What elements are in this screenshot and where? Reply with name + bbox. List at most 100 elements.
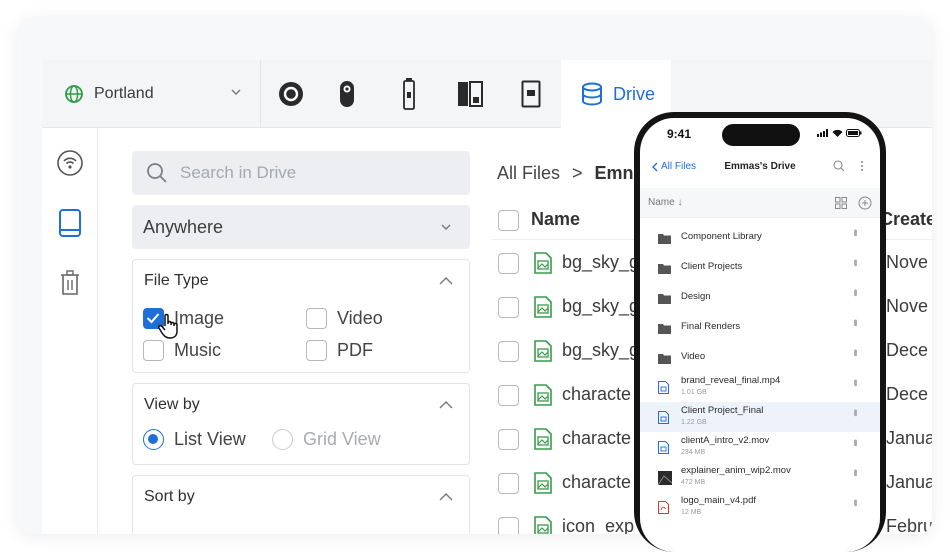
- camera-icon[interactable]: [276, 78, 306, 110]
- folder-icon: [658, 321, 671, 339]
- item-name: Client Projects: [681, 261, 743, 272]
- list-item[interactable]: Video •••: [640, 342, 880, 372]
- image-file-icon: [534, 296, 552, 323]
- list-item[interactable]: Design •••: [640, 282, 880, 312]
- row-checkbox[interactable]: [498, 297, 519, 318]
- list-view-radio[interactable]: List View: [143, 429, 246, 450]
- file-name[interactable]: icon_exp: [562, 516, 634, 534]
- row-checkbox[interactable]: [498, 385, 519, 406]
- image-file-icon: [534, 252, 552, 279]
- video-file-icon: [658, 381, 669, 399]
- row-checkbox[interactable]: [498, 517, 519, 534]
- location-label: Portland: [94, 85, 154, 102]
- image-file-icon: [534, 428, 552, 455]
- chevron-up-icon[interactable]: [439, 400, 453, 410]
- chevron-up-icon[interactable]: [439, 276, 453, 286]
- phone-time: 9:41: [667, 127, 692, 141]
- list-item[interactable]: explainer_anim_wip2.mov 472 MB •••: [640, 462, 880, 492]
- list-item[interactable]: Client Project_Final 1.22 GB •••: [640, 402, 880, 432]
- row-checkbox[interactable]: [498, 473, 519, 494]
- more-vertical-icon[interactable]: •••: [849, 379, 861, 385]
- breadcrumb-root[interactable]: All Files: [497, 163, 560, 184]
- more-vertical-icon[interactable]: •••: [849, 319, 861, 325]
- image-file-icon: [534, 340, 552, 367]
- item-name: brand_reveal_final.mp4: [681, 375, 781, 386]
- more-vertical-icon[interactable]: •••: [849, 469, 861, 475]
- wifi-icon[interactable]: [55, 148, 85, 178]
- more-vertical-icon[interactable]: •••: [849, 409, 861, 415]
- image-file-icon: [534, 384, 552, 411]
- file-name[interactable]: characte: [562, 384, 631, 405]
- more-vertical-icon[interactable]: •••: [849, 439, 861, 445]
- stick-icon[interactable]: [394, 78, 424, 110]
- item-name: Client Project_Final: [681, 405, 764, 416]
- dashcam-icon[interactable]: [332, 78, 362, 110]
- checkbox-unchecked[interactable]: [143, 340, 164, 361]
- filetype-pdf-label: PDF: [337, 340, 373, 360]
- sort-label[interactable]: Name ↓: [648, 197, 682, 208]
- filetype-pdf-checkbox[interactable]: PDF: [306, 340, 373, 361]
- list-item[interactable]: clientA_intro_v2.mov 234 MB •••: [640, 432, 880, 462]
- more-vertical-icon[interactable]: •••: [849, 289, 861, 295]
- file-name[interactable]: bg_sky_g: [562, 252, 639, 273]
- checkbox-unchecked[interactable]: [306, 340, 327, 361]
- grid-view-radio[interactable]: Grid View: [272, 429, 381, 450]
- row-checkbox[interactable]: [498, 341, 519, 362]
- filetype-video-label: Video: [337, 308, 383, 328]
- column-name[interactable]: Name: [531, 209, 580, 230]
- more-vertical-icon[interactable]: •••: [849, 349, 861, 355]
- file-name[interactable]: characte: [562, 428, 631, 449]
- file-name[interactable]: characte: [562, 472, 631, 493]
- row-checkbox[interactable]: [498, 253, 519, 274]
- radio-selected[interactable]: [143, 429, 164, 450]
- file-created-date: Nove: [886, 252, 929, 272]
- folder-icon: [658, 261, 671, 279]
- phone-nav-bar: All Files Emmas's Drive: [640, 154, 880, 182]
- more-vertical-icon[interactable]: •••: [849, 259, 861, 265]
- phone-screen: 9:41 All Files Emmas's Drive Name ↓ Comp…: [640, 118, 880, 552]
- list-item[interactable]: brand_reveal_final.mp4 1.01 GB •••: [640, 372, 880, 402]
- filetype-video-checkbox[interactable]: Video: [306, 308, 383, 329]
- add-icon[interactable]: [858, 196, 872, 210]
- item-size: 1.22 GB: [681, 419, 707, 426]
- file-type-section: File Type Image Video Music PDF: [132, 259, 470, 373]
- grid-view-icon[interactable]: [835, 197, 847, 209]
- file-name[interactable]: bg_sky_g: [562, 296, 639, 317]
- breadcrumb: All Files > Emn: [497, 163, 634, 184]
- select-all-checkbox[interactable]: [498, 210, 519, 231]
- image-file-icon: [534, 472, 552, 499]
- breadcrumb-separator: >: [572, 163, 583, 183]
- location-selector[interactable]: Portland: [42, 60, 261, 128]
- filetype-image-checkbox[interactable]: Image: [143, 308, 224, 329]
- column-created[interactable]: Create: [880, 209, 932, 230]
- checkbox-unchecked[interactable]: [306, 308, 327, 329]
- location-filter-select[interactable]: Anywhere: [132, 205, 470, 249]
- trash-icon[interactable]: [55, 268, 85, 298]
- doorbell-icon[interactable]: [516, 78, 546, 110]
- item-size: 234 MB: [681, 449, 706, 456]
- filetype-music-checkbox[interactable]: Music: [143, 340, 221, 361]
- search-icon[interactable]: [833, 160, 845, 172]
- chevron-up-icon[interactable]: [439, 492, 453, 502]
- item-name: clientA_intro_v2.mov: [681, 435, 770, 446]
- drive-icon[interactable]: [55, 208, 85, 238]
- file-created-date: Dece: [886, 340, 929, 360]
- location-filter-value: Anywhere: [143, 216, 224, 237]
- list-item[interactable]: Client Projects •••: [640, 252, 880, 282]
- file-name[interactable]: bg_sky_g: [562, 340, 639, 361]
- folder-icon: [658, 231, 671, 249]
- chevron-down-icon: [441, 224, 451, 230]
- more-vertical-icon[interactable]: [860, 160, 864, 172]
- view-by-section: View by List View Grid View: [132, 383, 470, 465]
- hub-icon[interactable]: [455, 78, 485, 110]
- database-icon: [582, 82, 602, 106]
- radio-unselected[interactable]: [272, 429, 293, 450]
- more-vertical-icon[interactable]: •••: [849, 499, 861, 505]
- list-item[interactable]: logo_main_v4.pdf 12 MB •••: [640, 492, 880, 522]
- list-item[interactable]: Final Renders •••: [640, 312, 880, 342]
- search-input[interactable]: [180, 163, 430, 183]
- row-checkbox[interactable]: [498, 429, 519, 450]
- list-item[interactable]: Component Library •••: [640, 222, 880, 252]
- filetype-music-label: Music: [174, 340, 222, 360]
- more-vertical-icon[interactable]: •••: [849, 229, 861, 235]
